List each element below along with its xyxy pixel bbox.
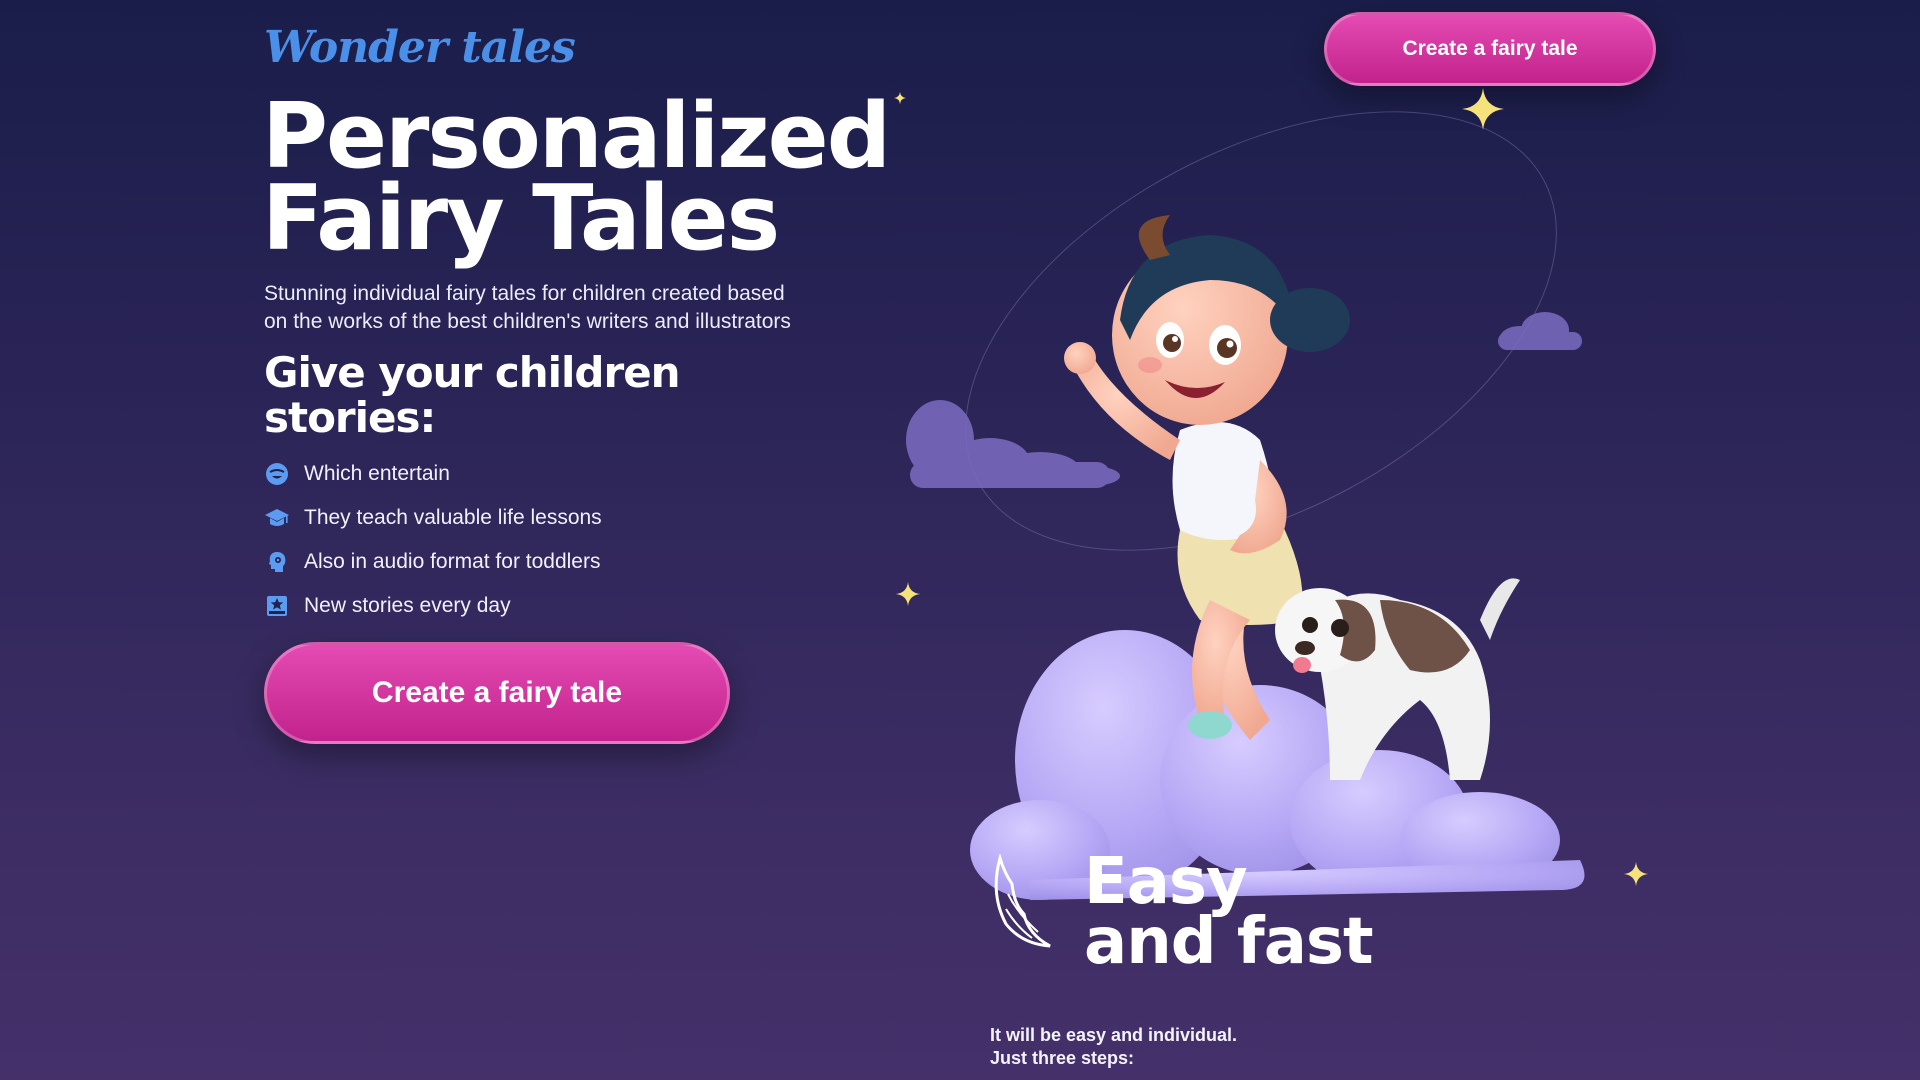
hero-create-fairy-tale-button[interactable]: Create a fairy tale — [264, 642, 730, 744]
girl-and-dog-illustration — [906, 215, 1585, 900]
feature-label: Which entertain — [304, 462, 450, 485]
small-cloud-left — [906, 400, 1120, 488]
graduation-cap-icon — [264, 505, 290, 531]
feature-item: Also in audio format for toddlers — [264, 540, 602, 584]
hero-title-line-2: Fairy Tales — [262, 166, 780, 271]
star-book-icon — [264, 593, 290, 619]
feature-label: They teach valuable life lessons — [304, 506, 602, 529]
feature-label: Also in audio format for toddlers — [304, 550, 601, 573]
hero-subtitle-line-2: on the works of the best children's writ… — [264, 310, 791, 333]
feature-item: New stories every day — [264, 584, 602, 628]
small-cloud-right — [1498, 312, 1582, 350]
easy-heading-line-2: and fast — [1084, 905, 1374, 979]
sparkle-star-icon — [1624, 862, 1648, 886]
wing-icon — [994, 854, 1051, 948]
hero-title: Personalized Fairy Tales — [262, 92, 891, 271]
steps-intro-line-2: Just three steps: — [990, 1048, 1135, 1068]
hero-subtitle: Stunning individual fairy tales for chil… — [264, 280, 884, 336]
stories-heading-line-2: stories: — [264, 393, 436, 442]
stories-heading: Give your children stories: — [264, 348, 681, 442]
hero-subtitle-line-1: Stunning individual fairy tales for chil… — [264, 282, 785, 305]
feature-label: New stories every day — [304, 594, 511, 617]
sparkle-star-icon — [894, 92, 906, 104]
stories-heading-line-1: Give your children — [264, 348, 681, 397]
easy-heading-line-1: Easy — [1084, 845, 1248, 919]
easy-and-fast-heading: Easy and fast — [1084, 845, 1374, 979]
smile-icon — [264, 461, 290, 487]
features-list: Which entertain They teach valuable life… — [264, 452, 602, 628]
sparkle-star-icon — [1462, 88, 1504, 130]
feature-item: They teach valuable life lessons — [264, 496, 602, 540]
header-create-fairy-tale-button[interactable]: Create a fairy tale — [1324, 12, 1656, 86]
feature-item: Which entertain — [264, 452, 602, 496]
audio-head-icon — [264, 549, 290, 575]
steps-intro-text: It will be easy and individual. Just thr… — [990, 1024, 1237, 1070]
logo[interactable]: Wonder tales — [264, 22, 576, 73]
steps-intro-line-1: It will be easy and individual. — [990, 1025, 1238, 1045]
